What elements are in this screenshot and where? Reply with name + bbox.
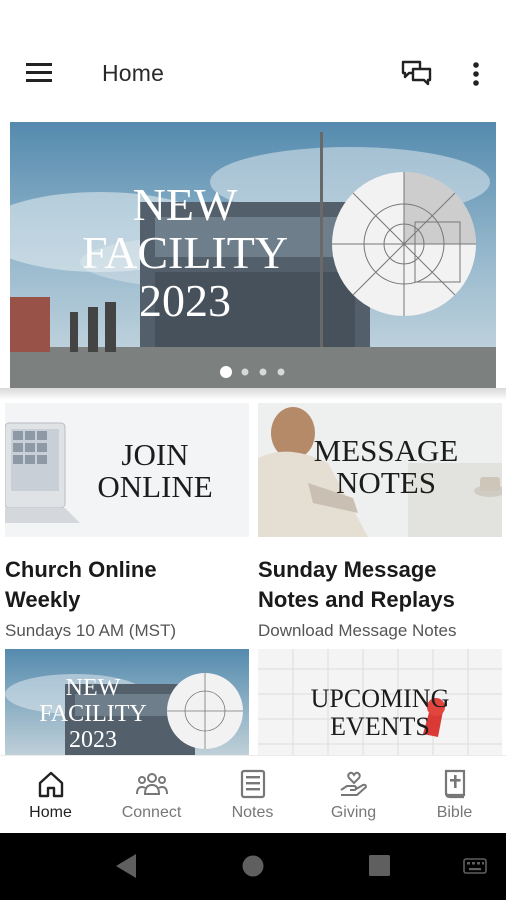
svg-text:MESSAGE: MESSAGE xyxy=(314,433,459,468)
svg-text:NOTES: NOTES xyxy=(336,465,436,500)
nav-label-notes: Notes xyxy=(231,804,274,821)
nav-label-connect: Connect xyxy=(121,804,182,821)
nav-item-bible[interactable]: Bible xyxy=(404,756,505,834)
bible-icon xyxy=(444,769,466,799)
card-thumbnail: JOIN ONLINE xyxy=(5,403,249,537)
recents-square-icon[interactable] xyxy=(369,855,390,876)
app-bar: Home xyxy=(0,40,506,108)
svg-text:2023: 2023 xyxy=(69,727,117,753)
home-circle-icon[interactable] xyxy=(242,855,264,877)
nav-item-connect[interactable]: Connect xyxy=(101,756,202,834)
card-subtitle: Sundays 10 AM (MST) xyxy=(5,621,177,640)
system-navigation-bar xyxy=(0,833,506,900)
status-bar xyxy=(0,0,506,40)
chat-bubbles-icon[interactable] xyxy=(400,58,434,90)
svg-text:FACILITY: FACILITY xyxy=(39,701,147,727)
notes-icon xyxy=(240,769,266,799)
home-icon xyxy=(38,771,64,798)
nav-item-giving[interactable]: Giving xyxy=(303,756,404,834)
svg-text:JOIN: JOIN xyxy=(121,437,188,472)
giving-hand-heart-icon xyxy=(340,771,367,796)
card-subtitle: Download Message Notes xyxy=(258,621,457,640)
keyboard-icon[interactable] xyxy=(463,858,487,874)
nav-label-bible: Bible xyxy=(436,804,473,821)
card-thumbnail: NEW FACILITY 2023 xyxy=(5,649,249,755)
more-vertical-icon[interactable] xyxy=(462,58,490,90)
card-new-facility[interactable]: NEW FACILITY 2023 xyxy=(5,649,249,755)
card-upcoming-events[interactable]: UPCOMING EVENTS xyxy=(258,649,502,755)
hamburger-menu-icon[interactable] xyxy=(22,58,58,90)
slide-text-line-3: 2023 xyxy=(139,275,231,326)
nav-item-home[interactable]: Home xyxy=(0,756,101,834)
svg-text:ONLINE: ONLINE xyxy=(97,469,212,504)
page-title: Home xyxy=(102,60,165,86)
nav-item-notes[interactable]: Notes xyxy=(202,756,303,834)
card-thumbnail: MESSAGE NOTES xyxy=(258,403,502,537)
svg-text:UPCOMING: UPCOMING xyxy=(311,684,450,713)
carousel-slide-image: NEW FACILITY 2023 xyxy=(10,122,496,388)
bottom-navigation: Home Connect Notes Giving Bible xyxy=(0,755,506,833)
card-title: Sunday Message Notes and Replays xyxy=(258,557,455,612)
slide-text-line-2: FACILITY xyxy=(82,227,288,278)
card-title: Church Online Weekly xyxy=(5,557,157,612)
carousel-divider xyxy=(0,388,506,400)
card-church-online[interactable]: JOIN ONLINE Church Online Weekly Sundays… xyxy=(5,403,249,643)
card-message-notes[interactable]: MESSAGE NOTES Sunday Message Notes and R… xyxy=(258,403,506,643)
back-triangle-icon[interactable] xyxy=(116,854,136,878)
nav-label-home: Home xyxy=(29,804,72,821)
svg-text:EVENTS: EVENTS xyxy=(330,712,430,741)
card-thumbnail: UPCOMING EVENTS xyxy=(258,649,502,755)
featured-carousel[interactable]: NEW FACILITY 2023 xyxy=(10,122,496,388)
slide-text-line-1: NEW xyxy=(133,179,238,230)
svg-text:NEW: NEW xyxy=(66,675,121,701)
nav-label-giving: Giving xyxy=(330,804,377,821)
people-group-icon xyxy=(136,773,168,795)
